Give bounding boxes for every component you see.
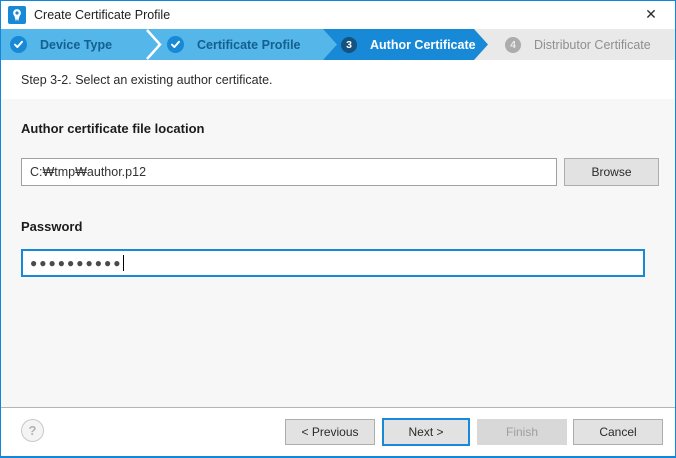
window-title: Create Certificate Profile	[34, 1, 170, 29]
step-label: Device Type	[40, 38, 112, 52]
step-certificate-profile: Certificate Profile	[167, 29, 301, 60]
password-input[interactable]: ●●●●●●●●●●	[21, 249, 645, 277]
title-bar: Create Certificate Profile ✕	[1, 1, 675, 29]
file-location-input[interactable]	[21, 158, 557, 186]
step-label: Distributor Certificate	[534, 38, 651, 52]
check-icon	[167, 36, 184, 53]
step-label: Certificate Profile	[197, 38, 301, 52]
file-location-label: Author certificate file location	[21, 121, 204, 136]
step-number-badge: 4	[505, 37, 521, 53]
step-description-strip: Step 3-2. Select an existing author cert…	[1, 60, 675, 99]
button-bar: ? < Previous Next > Finish Cancel	[1, 407, 675, 456]
step-distributor-certificate: 4 Distributor Certificate	[505, 29, 651, 60]
form-area: Author certificate file location Browse …	[1, 99, 675, 407]
create-certificate-profile-dialog: Create Certificate Profile ✕ Device Type…	[0, 0, 676, 458]
password-label: Password	[21, 219, 82, 234]
wizard-steps-bar: Device Type Certificate Profile 3 Author…	[1, 29, 675, 60]
cancel-button[interactable]: Cancel	[573, 419, 663, 445]
password-masked-value: ●●●●●●●●●●	[30, 256, 122, 270]
step-number-badge: 3	[341, 37, 357, 53]
close-icon[interactable]: ✕	[635, 1, 667, 28]
previous-button[interactable]: < Previous	[285, 419, 375, 445]
step-author-certificate: 3 Author Certificate	[341, 29, 476, 60]
step-description: Step 3-2. Select an existing author cert…	[21, 73, 273, 87]
step-device-type: Device Type	[10, 29, 112, 60]
certificate-app-icon	[8, 6, 26, 24]
next-button[interactable]: Next >	[382, 418, 470, 446]
browse-button[interactable]: Browse	[564, 158, 659, 186]
step-label: Author Certificate	[370, 38, 476, 52]
text-caret	[123, 255, 124, 271]
finish-button: Finish	[477, 419, 567, 445]
check-icon	[10, 36, 27, 53]
help-icon[interactable]: ?	[21, 419, 44, 442]
